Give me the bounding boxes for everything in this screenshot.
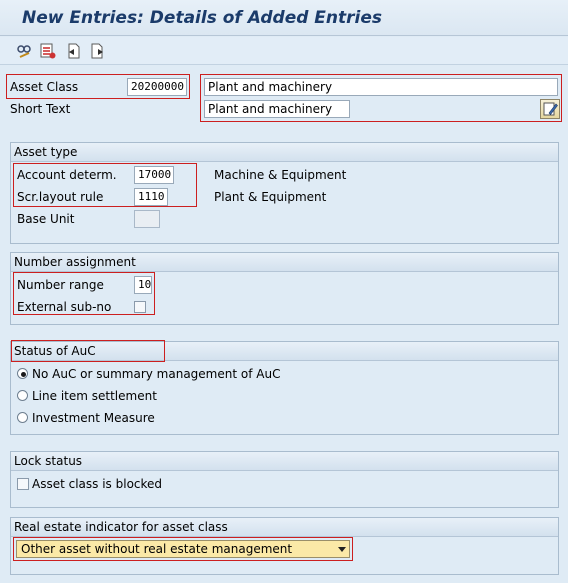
- group-title: Asset type: [11, 143, 558, 162]
- asset-class-description: Plant and machinery: [204, 78, 558, 96]
- previous-entry-icon[interactable]: [64, 42, 82, 60]
- asset-class-blocked-checkbox[interactable]: [17, 478, 29, 490]
- group-title: Lock status: [11, 452, 558, 471]
- group-title: Number assignment: [11, 253, 558, 272]
- short-text-label: Short Text: [10, 102, 71, 116]
- status-auc-highlight: [11, 340, 165, 362]
- external-subno-checkbox[interactable]: [134, 301, 146, 313]
- screen-layout-label: Scr.layout rule: [17, 190, 104, 204]
- application-toolbar: [0, 37, 568, 65]
- asset-class-field[interactable]: 20200000: [127, 78, 187, 96]
- page-title: New Entries: Details of Added Entries: [22, 8, 383, 28]
- base-unit-field[interactable]: [134, 210, 160, 228]
- radio-investment-measure[interactable]: [17, 412, 28, 423]
- screen-layout-field[interactable]: 1110: [134, 188, 168, 206]
- real-estate-dropdown[interactable]: Other asset without real estate manageme…: [16, 540, 350, 558]
- radio-label-line-item: Line item settlement: [32, 389, 157, 403]
- number-range-label: Number range: [17, 278, 104, 292]
- account-determ-description: Machine & Equipment: [214, 168, 347, 182]
- account-determ-label: Account determ.: [17, 168, 117, 182]
- asset-class-label: Asset Class: [10, 80, 79, 94]
- asset-class-blocked-label: Asset class is blocked: [32, 477, 163, 491]
- next-entry-icon[interactable]: [89, 42, 107, 60]
- number-range-field[interactable]: 10: [134, 276, 152, 294]
- long-text-button[interactable]: [540, 99, 560, 119]
- chevron-down-icon[interactable]: [338, 547, 346, 552]
- radio-line-item-settlement[interactable]: [17, 390, 28, 401]
- edit-text-icon: [543, 102, 558, 116]
- external-subno-label: External sub-no: [17, 300, 112, 314]
- base-unit-label: Base Unit: [17, 212, 75, 226]
- display-change-icon[interactable]: [15, 42, 33, 60]
- short-text-field[interactable]: Plant and machinery: [204, 100, 350, 118]
- screen-layout-description: Plant & Equipment: [214, 190, 327, 204]
- radio-label-no-auc: No AuC or summary management of AuC: [32, 367, 281, 381]
- radio-label-investment: Investment Measure: [32, 411, 155, 425]
- account-determ-field[interactable]: 17000: [134, 166, 174, 184]
- group-title: Real estate indicator for asset class: [11, 518, 558, 537]
- radio-no-auc[interactable]: [17, 368, 28, 379]
- delete-icon[interactable]: [39, 42, 57, 60]
- real-estate-selected: Other asset without real estate manageme…: [21, 542, 293, 556]
